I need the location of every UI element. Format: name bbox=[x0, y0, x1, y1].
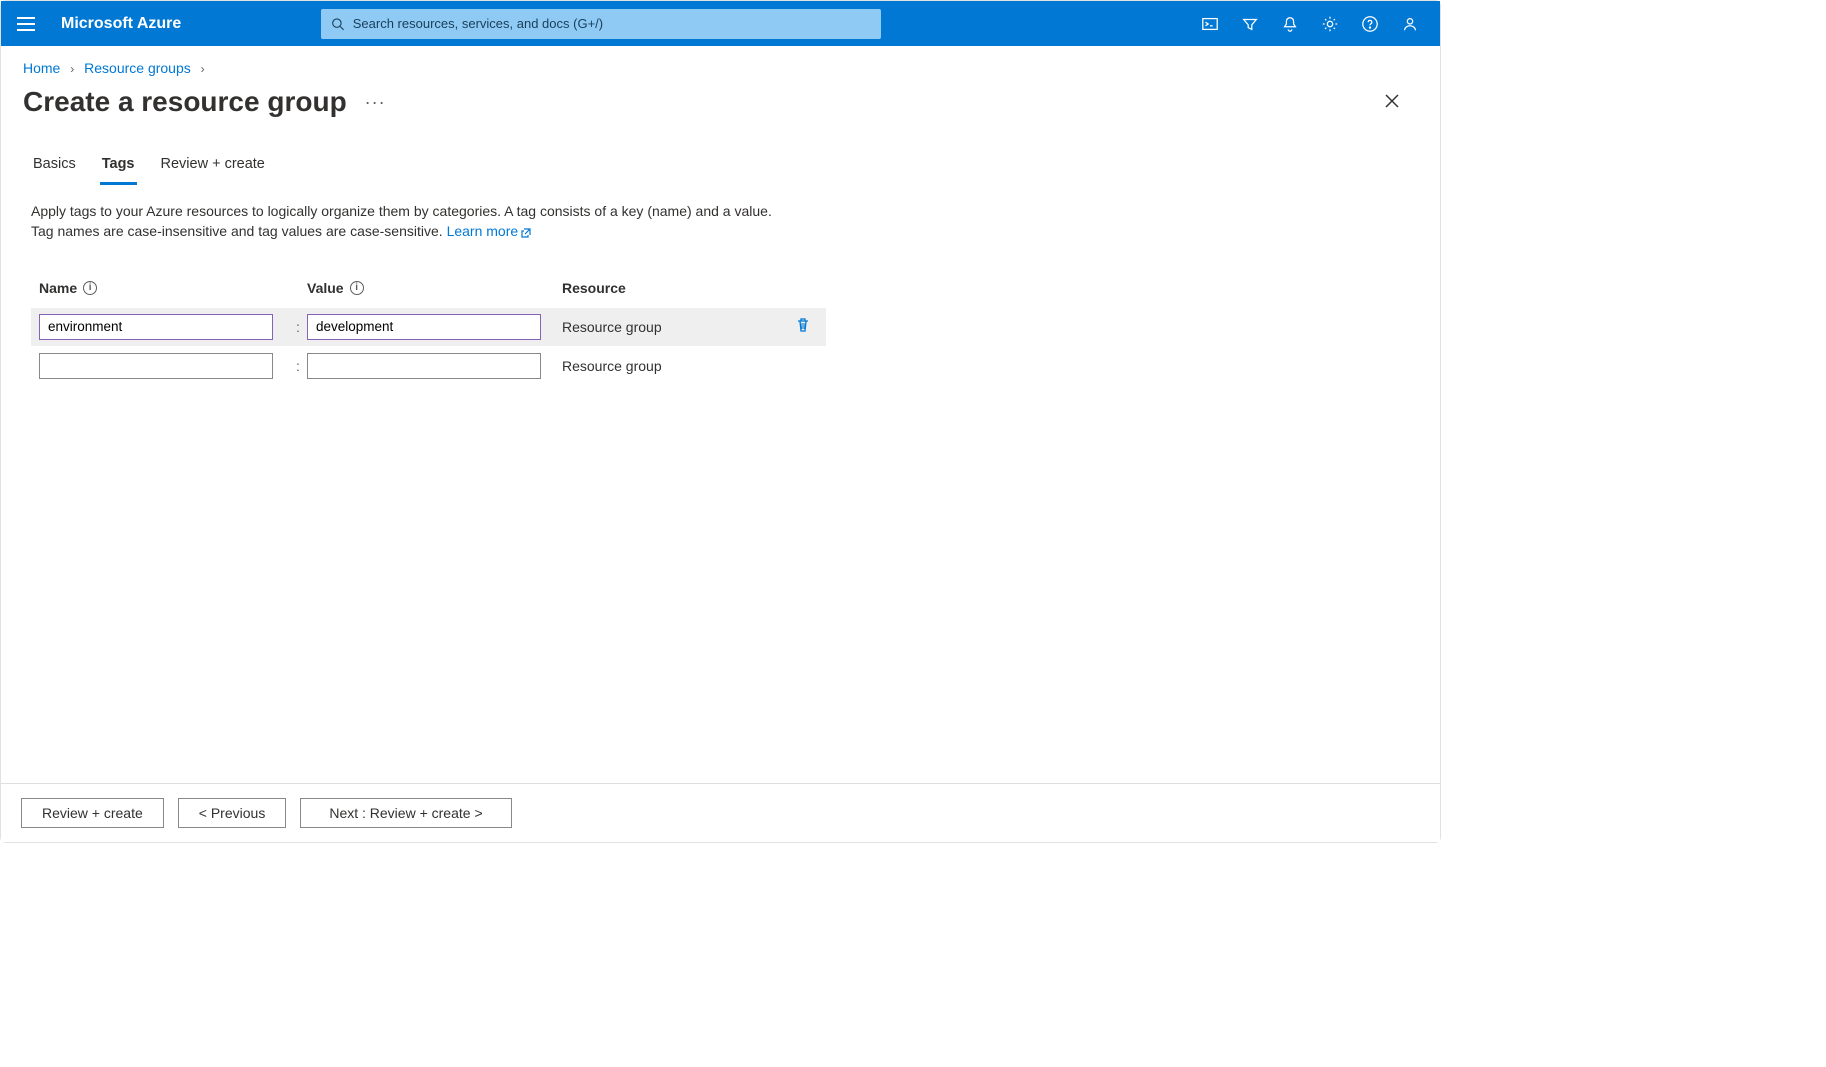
footer-bar: Review + create < Previous Next : Review… bbox=[1, 783, 1440, 842]
column-name-label: Name bbox=[39, 280, 77, 296]
tab-review-create[interactable]: Review + create bbox=[159, 148, 267, 185]
filter-icon[interactable] bbox=[1230, 1, 1270, 46]
desc-line2: Tag names are case-insensitive and tag v… bbox=[31, 223, 447, 239]
colon-separator: : bbox=[289, 358, 307, 374]
tags-description: Apply tags to your Azure resources to lo… bbox=[1, 187, 821, 242]
review-create-button[interactable]: Review + create bbox=[21, 798, 164, 828]
external-link-icon bbox=[520, 227, 532, 239]
search-input[interactable] bbox=[353, 16, 872, 31]
help-icon[interactable] bbox=[1350, 1, 1390, 46]
table-header-row: Name i Value i Resource bbox=[31, 272, 826, 308]
chevron-right-icon: › bbox=[201, 62, 205, 76]
tab-tags[interactable]: Tags bbox=[100, 148, 137, 185]
settings-icon[interactable] bbox=[1310, 1, 1350, 46]
tag-value-input[interactable] bbox=[307, 353, 541, 379]
search-icon bbox=[331, 17, 344, 31]
tab-basics[interactable]: Basics bbox=[31, 148, 78, 185]
top-bar: Microsoft Azure bbox=[1, 1, 1440, 46]
tabs: Basics Tags Review + create bbox=[1, 148, 1440, 185]
table-row: : Resource group bbox=[31, 346, 826, 385]
info-icon[interactable]: i bbox=[83, 281, 97, 295]
notifications-icon[interactable] bbox=[1270, 1, 1310, 46]
column-resource-label: Resource bbox=[562, 280, 626, 296]
breadcrumb-home[interactable]: Home bbox=[23, 60, 60, 76]
more-icon[interactable]: ··· bbox=[365, 92, 386, 113]
breadcrumb-resource-groups[interactable]: Resource groups bbox=[84, 60, 191, 76]
info-icon[interactable]: i bbox=[350, 281, 364, 295]
search-box[interactable] bbox=[321, 9, 881, 39]
tag-value-input[interactable] bbox=[307, 314, 541, 340]
colon-separator: : bbox=[289, 319, 307, 335]
tag-resource-label: Resource group bbox=[552, 358, 788, 374]
page-title: Create a resource group bbox=[23, 86, 347, 118]
table-row: : Resource group bbox=[31, 308, 826, 346]
delete-tag-button[interactable] bbox=[795, 320, 811, 336]
tag-resource-label: Resource group bbox=[552, 319, 788, 335]
brand-label[interactable]: Microsoft Azure bbox=[61, 15, 181, 33]
close-button[interactable] bbox=[1384, 93, 1400, 112]
feedback-icon[interactable] bbox=[1390, 1, 1430, 46]
title-row: Create a resource group ··· bbox=[1, 82, 1440, 148]
previous-button[interactable]: < Previous bbox=[178, 798, 287, 828]
desc-line1: Apply tags to your Azure resources to lo… bbox=[31, 203, 772, 219]
tag-name-input[interactable] bbox=[39, 314, 273, 340]
tag-name-input[interactable] bbox=[39, 353, 273, 379]
next-button[interactable]: Next : Review + create > bbox=[300, 798, 511, 828]
tags-table: Name i Value i Resource : Resource group bbox=[31, 272, 826, 385]
cloud-shell-icon[interactable] bbox=[1190, 1, 1230, 46]
column-value-label: Value bbox=[307, 280, 344, 296]
chevron-right-icon: › bbox=[70, 62, 74, 76]
breadcrumb: Home › Resource groups › bbox=[1, 46, 1440, 82]
menu-icon[interactable] bbox=[17, 12, 41, 36]
learn-more-link[interactable]: Learn more bbox=[447, 223, 533, 239]
